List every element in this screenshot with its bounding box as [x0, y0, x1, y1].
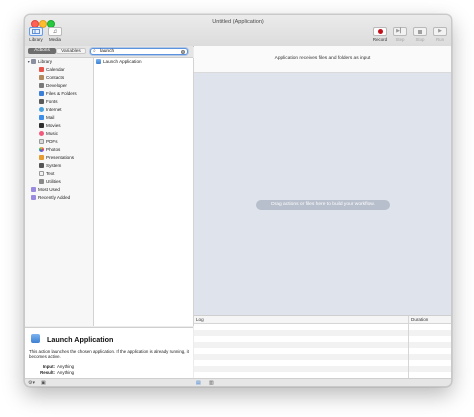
tab-variables[interactable]: Variables: [56, 48, 86, 54]
clear-search-icon[interactable]: ×: [181, 49, 185, 54]
description-result: Result: Anything: [40, 370, 75, 375]
library-tab-bar: Actions Variables ⌕ launch ×: [25, 46, 193, 58]
workflow-area: Application receives files and folders a…: [194, 46, 451, 315]
library-item-presentations[interactable]: Presentations: [39, 154, 74, 162]
log-header: Log Duration: [194, 316, 451, 324]
library-item-movies[interactable]: Movies: [39, 122, 61, 130]
step-button[interactable]: ▶▎ Step: [391, 27, 409, 42]
smart-folder-icon: [31, 186, 36, 192]
tab-actions[interactable]: Actions: [28, 48, 56, 54]
window-title: Untitled (Application): [212, 19, 264, 25]
library-item-mail[interactable]: Mail: [39, 114, 54, 122]
utilities-icon: [39, 178, 44, 184]
log-column-header[interactable]: Log: [196, 316, 204, 323]
mail-icon: [39, 114, 44, 120]
search-icon: ⌕: [93, 48, 96, 54]
library-item-files-folders[interactable]: Files & Folders: [39, 90, 77, 98]
drop-placeholder: Drag actions or files here to build your…: [256, 200, 390, 210]
library-icon: [29, 27, 43, 36]
library-folder-icon: [31, 59, 36, 64]
bottom-bar: ⚙▾ ▣ ▤ ▥: [25, 378, 451, 386]
record-icon: [373, 27, 387, 36]
library-item-internet[interactable]: Internet: [39, 106, 62, 114]
text-icon: [39, 170, 44, 176]
description-input: Input: Anything: [42, 364, 75, 369]
run-button[interactable]: ▶ Run: [431, 27, 449, 42]
library-item-recently-added[interactable]: Recently Added: [31, 194, 70, 202]
library-item-text[interactable]: Text: [39, 170, 54, 178]
library-item-pdfs[interactable]: PDFs: [39, 138, 57, 146]
search-input[interactable]: launch: [100, 49, 114, 54]
search-field[interactable]: ⌕ launch ×: [90, 48, 188, 55]
music-note-icon: ♫: [48, 27, 62, 36]
column-divider[interactable]: [408, 316, 409, 379]
gear-icon[interactable]: ⚙▾: [28, 380, 35, 386]
log-rows: [194, 324, 451, 379]
pdf-icon: [39, 138, 44, 144]
music-icon: [39, 130, 44, 136]
library-item-fonts[interactable]: Fonts: [39, 98, 58, 106]
step-icon: ▶▎: [393, 27, 407, 36]
media-button[interactable]: ♫ Media: [46, 27, 64, 42]
library-item-utilities[interactable]: Utilities: [39, 178, 61, 186]
fonts-icon: [39, 98, 44, 104]
stop-button[interactable]: Stop: [411, 27, 429, 42]
workflow-drop-zone[interactable]: Drag actions or files here to build your…: [194, 73, 451, 315]
library-item-most-used[interactable]: Most Used: [31, 186, 60, 194]
show-description-icon[interactable]: ▣: [41, 380, 46, 386]
duration-column-header[interactable]: Duration: [411, 316, 428, 323]
workflow-input-header[interactable]: Application receives files and folders a…: [194, 46, 451, 73]
movies-icon: [39, 122, 44, 128]
smart-folder-icon: [31, 194, 36, 200]
record-button[interactable]: Record: [371, 27, 389, 42]
toolbar: Untitled (Application) Library ♫ Media R…: [25, 15, 451, 47]
library-toggle-button[interactable]: Library: [27, 27, 45, 42]
globe-icon: [39, 106, 44, 112]
presentations-icon: [39, 154, 44, 160]
stop-icon: [413, 27, 427, 36]
log-panel: Log Duration: [194, 315, 451, 379]
system-icon: [39, 162, 44, 168]
list-item[interactable]: Launch Application: [96, 58, 142, 66]
actions-list-pane: Launch Application: [94, 58, 194, 326]
developer-tools-icon: [39, 82, 44, 88]
play-icon: ▶: [433, 27, 447, 36]
finder-icon: [39, 90, 44, 96]
description-text: This action launches the chosen applicat…: [29, 349, 189, 360]
library-item-developer[interactable]: Developer: [39, 82, 67, 90]
description-title: Launch Application: [47, 335, 114, 344]
photos-icon: [39, 146, 44, 152]
library-root[interactable]: ▼ Library: [27, 58, 52, 66]
action-description-panel: Launch Application This action launches …: [25, 327, 193, 379]
launch-application-icon: [31, 334, 40, 343]
contacts-icon: [39, 74, 44, 80]
app-window: Untitled (Application) Library ♫ Media R…: [24, 14, 452, 387]
library-item-photos[interactable]: Photos: [39, 146, 60, 154]
launch-application-icon: [96, 58, 101, 64]
show-variables-icon[interactable]: ▥: [209, 380, 214, 386]
show-log-icon[interactable]: ▤: [196, 380, 201, 386]
library-item-contacts[interactable]: Contacts: [39, 74, 64, 82]
library-item-music[interactable]: Music: [39, 130, 58, 138]
library-item-system[interactable]: System: [39, 162, 61, 170]
library-pane: ▼ Library Calendar Contacts Developer Fil…: [25, 58, 94, 326]
library-item-calendar[interactable]: Calendar: [39, 66, 65, 74]
calendar-icon: [39, 66, 44, 72]
